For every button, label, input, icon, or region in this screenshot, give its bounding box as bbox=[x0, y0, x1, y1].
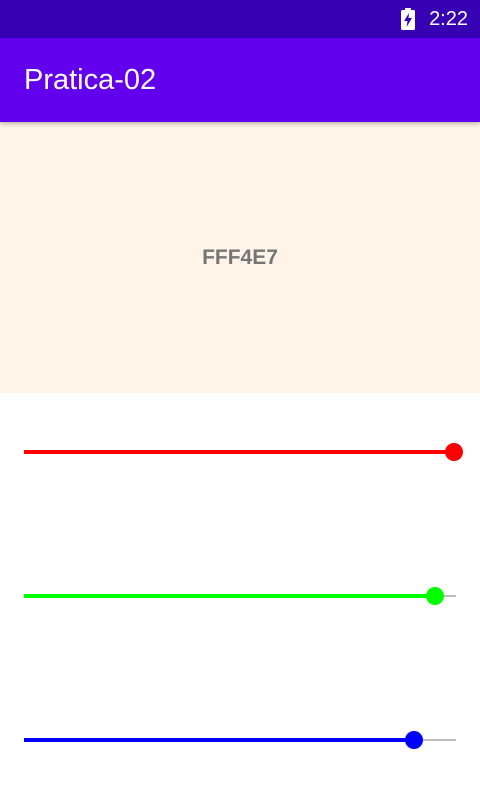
hex-color-label: FFF4E7 bbox=[202, 245, 278, 269]
color-preview: FFF4E7 bbox=[0, 122, 480, 393]
red-slider-thumb[interactable] bbox=[445, 443, 463, 461]
app-title: Pratica-02 bbox=[24, 64, 157, 96]
red-slider-fill bbox=[24, 450, 454, 454]
blue-slider-thumb[interactable] bbox=[405, 731, 423, 749]
status-time: 2:22 bbox=[429, 8, 468, 30]
green-slider[interactable] bbox=[24, 584, 456, 608]
battery-charging-icon bbox=[401, 8, 415, 30]
green-slider-fill bbox=[24, 594, 435, 598]
red-slider[interactable] bbox=[24, 440, 463, 464]
status-bar: 2:22 bbox=[0, 0, 480, 38]
blue-slider-fill bbox=[24, 738, 414, 742]
blue-slider[interactable] bbox=[24, 728, 456, 752]
green-slider-thumb[interactable] bbox=[426, 587, 444, 605]
app-bar: Pratica-02 bbox=[0, 38, 480, 122]
